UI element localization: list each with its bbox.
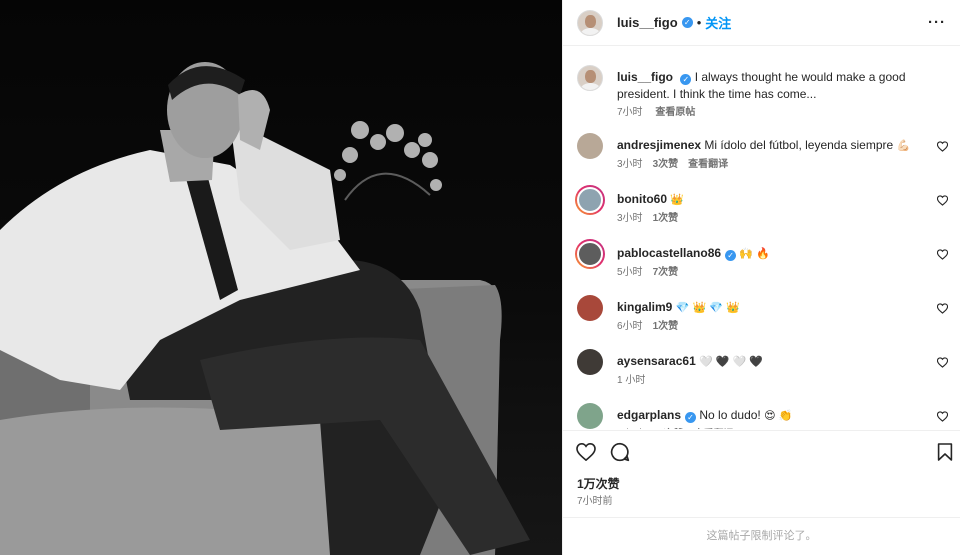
commenter-username[interactable]: andresjimenex — [617, 138, 701, 152]
comment-likes[interactable]: 1次赞 — [653, 213, 679, 224]
commenter-username[interactable]: bonito60 — [617, 192, 667, 206]
verified-badge-icon: ✓ — [681, 17, 693, 28]
comment-like-heart-icon[interactable] — [937, 357, 948, 368]
caption-text: luis__figo ✓ I always thought he would m… — [617, 69, 940, 103]
see-original-link[interactable]: 查看原帖 — [655, 107, 695, 118]
photo-illustration — [0, 62, 530, 555]
comment-text: kingalim9 💎 👑 💎 👑 — [617, 299, 924, 317]
verified-badge-icon: ✓ — [680, 74, 692, 85]
comments-restricted-notice: 这篇帖子限制评论了。 — [563, 517, 960, 555]
comments-list[interactable]: luis__figo ✓ I always thought he would m… — [563, 47, 960, 429]
commenter-avatar[interactable] — [577, 349, 603, 375]
verified-badge-icon: ✓ — [685, 412, 697, 423]
author-avatar[interactable] — [577, 9, 603, 36]
save-bookmark-icon[interactable] — [937, 443, 953, 461]
post-photo[interactable] — [0, 0, 562, 555]
comment-like-heart-icon[interactable] — [937, 249, 948, 260]
caption-time[interactable]: 7小时 — [617, 107, 643, 118]
comment-text: pablocastellano86 ✓ 🙌 🔥 — [617, 245, 924, 263]
likes-count[interactable]: 1万次赞 — [577, 475, 620, 492]
commenter-username[interactable]: aysensarac61 — [617, 354, 696, 368]
comments-panel: luis__figo ✓ • 关注 ··· luis__figo ✓ I alw… — [562, 0, 960, 555]
comment-likes[interactable]: 1次赞 — [653, 321, 679, 332]
comment-like-heart-icon[interactable] — [937, 303, 948, 314]
comment-emoji: 🙌 🔥 — [739, 248, 770, 260]
commenter-avatar[interactable] — [577, 403, 603, 429]
commenter-username[interactable]: pablocastellano86 — [617, 246, 721, 260]
comment-time[interactable]: 1 小时 — [617, 375, 645, 386]
post-header: luis__figo ✓ • 关注 ··· — [563, 0, 960, 46]
comment-emoji: 💪🏻 — [896, 140, 911, 152]
comment-meta: 3小时 1次赞 — [617, 209, 688, 224]
comment-like-heart-icon[interactable] — [937, 141, 948, 152]
comment-emoji: 😍 👏 — [764, 410, 793, 422]
like-heart-icon[interactable] — [576, 443, 596, 461]
comment-meta: 6小时12次赞查看翻译 — [617, 425, 744, 429]
commenter-avatar[interactable] — [575, 185, 605, 215]
caption-username[interactable]: luis__figo — [617, 70, 673, 84]
commenter-username[interactable]: edgarplans — [617, 408, 681, 422]
comment-time[interactable]: 3小时 — [617, 159, 643, 170]
comment-like-heart-icon[interactable] — [937, 411, 948, 422]
comment-time[interactable]: 5小时 — [617, 267, 643, 278]
comment-meta: 6小时 1次赞 — [617, 317, 688, 332]
comment-bubble-icon[interactable] — [610, 442, 630, 462]
comment-text: bonito60 👑 — [617, 191, 924, 209]
commenter-username[interactable]: kingalim9 — [617, 300, 672, 314]
separator-dot: • — [696, 15, 702, 30]
commenter-avatar[interactable] — [577, 133, 603, 159]
comment-emoji: 🤍 🖤 🤍 🖤 — [699, 356, 764, 368]
comment-time[interactable]: 3小时 — [617, 213, 643, 224]
verified-badge-icon: ✓ — [725, 250, 737, 261]
comment-text: aysensarac61 🤍 🖤 🤍 🖤 — [617, 353, 924, 371]
comment-text: edgarplans ✓ No lo dudo! 😍 👏 — [617, 407, 924, 425]
comment-emoji: 💎 👑 💎 👑 — [675, 302, 740, 314]
comment-body: Mi ídolo del fútbol, leyenda siempre — [704, 138, 894, 152]
comment-meta: 5小时 7次赞 — [617, 263, 688, 278]
comment-meta: 1 小时 — [617, 371, 655, 386]
comment-like-heart-icon[interactable] — [937, 195, 948, 206]
author-avatar[interactable] — [577, 65, 603, 91]
author-username[interactable]: luis__figo — [617, 15, 678, 30]
follow-button[interactable]: 关注 — [705, 13, 731, 32]
comment-likes[interactable]: 3次赞 — [653, 159, 679, 170]
caption-meta: 7小时 查看原帖 — [617, 103, 705, 118]
comment-emoji: 👑 — [670, 194, 685, 206]
comment-time[interactable]: 6小时 — [617, 321, 643, 332]
comment-meta: 3小时 3次赞 查看翻译 — [617, 155, 738, 170]
post-time[interactable]: 7小时前 — [577, 492, 613, 507]
comment-likes[interactable]: 7次赞 — [653, 267, 679, 278]
action-bar: 1万次赞 7小时前 — [563, 430, 960, 519]
see-translation-link[interactable]: 查看翻译 — [688, 159, 728, 170]
commenter-avatar[interactable] — [577, 295, 603, 321]
more-options-icon[interactable]: ··· — [928, 14, 946, 31]
comment-body: No lo dudo! — [699, 408, 761, 422]
comment-text: andresjimenex Mi ídolo del fútbol, leyen… — [617, 137, 924, 155]
commenter-avatar[interactable] — [575, 239, 605, 269]
